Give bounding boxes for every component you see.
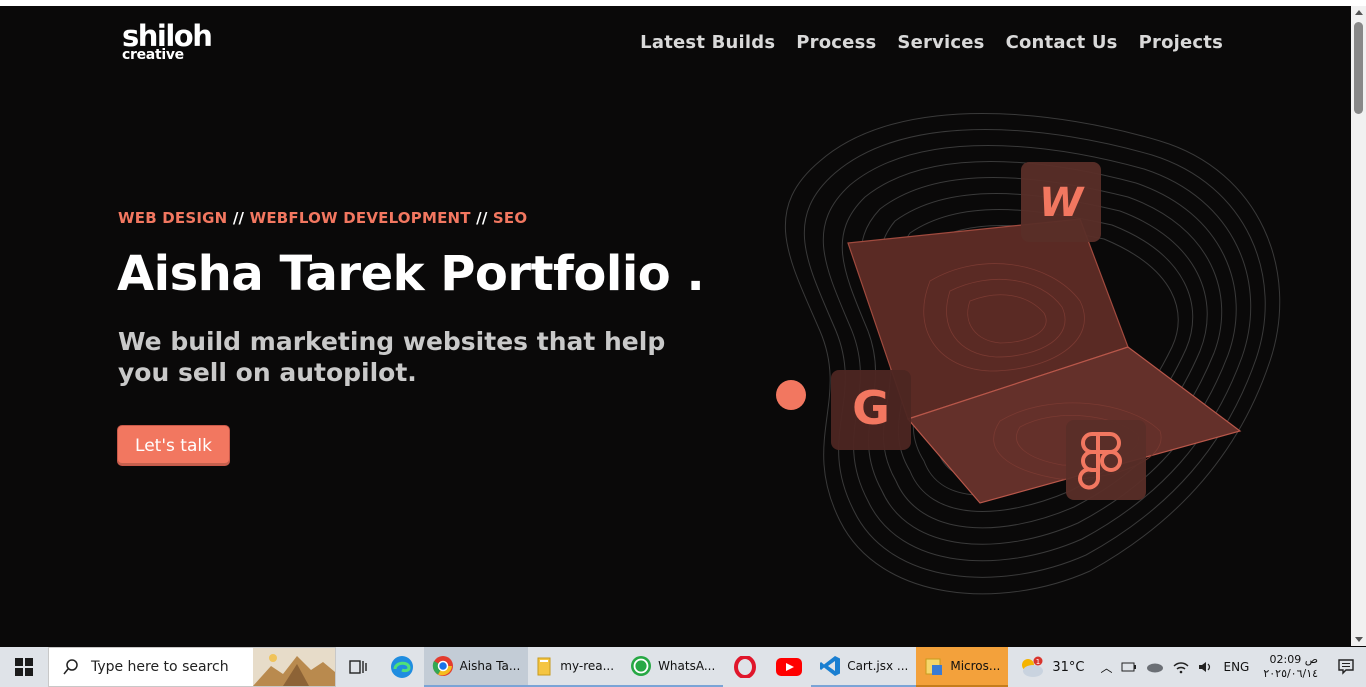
edge-icon	[390, 656, 413, 678]
hero-subtitle: We build marketing websites that help yo…	[118, 327, 666, 387]
weather-icon: 1	[1022, 656, 1044, 677]
nav-projects[interactable]: Projects	[1139, 32, 1223, 53]
taskbar-app-whatsapp[interactable]: WhatsA...	[622, 647, 724, 687]
clock-time: 02:09 ص	[1269, 653, 1319, 666]
svg-text:1: 1	[1036, 658, 1040, 666]
taskbar-clock[interactable]: 02:09 ص ٢٠٢٥/٠٦/١٤	[1255, 653, 1326, 681]
system-tray: ︿ ENG	[1094, 659, 1255, 676]
tag-separator: //	[470, 209, 493, 227]
web-page: shiloh creative Latest Builds Process Se…	[0, 6, 1351, 646]
wifi-icon[interactable]	[1173, 660, 1189, 674]
svg-text:W: W	[1039, 180, 1085, 226]
figma-icon	[1066, 420, 1146, 500]
tag-separator: //	[227, 209, 250, 227]
cloud-icon[interactable]	[1146, 661, 1164, 673]
battery-icon[interactable]	[1121, 661, 1137, 673]
search-placeholder: Type here to search	[90, 659, 229, 675]
taskbar-app-folder[interactable]: my-rea...	[528, 647, 623, 687]
nav-contact-us[interactable]: Contact Us	[1006, 32, 1118, 53]
scroll-up-icon[interactable]	[1355, 10, 1363, 15]
weather-temp: 31°C	[1052, 659, 1085, 675]
google-badge: G	[831, 370, 911, 450]
hero-title: Aisha Tarek Portfolio .	[117, 246, 705, 302]
taskbar-app-microsoft[interactable]: Micros...	[916, 647, 1009, 687]
scroll-thumb[interactable]	[1354, 22, 1363, 114]
youtube-button[interactable]	[767, 647, 811, 687]
tag-web-design: WEB DESIGN	[118, 209, 228, 227]
chrome-icon	[432, 656, 453, 676]
nav-services[interactable]: Services	[897, 32, 984, 53]
hero-illustration: W G	[776, 113, 1281, 595]
nav-process[interactable]: Process	[796, 32, 876, 53]
taskbar-app-vscode[interactable]: Cart.jsx ...	[811, 647, 917, 687]
app-label: Aisha Ta...	[459, 659, 521, 673]
notification-button[interactable]	[1326, 658, 1366, 676]
laptop-shape	[847, 218, 1242, 504]
search-highlight-art	[252, 648, 335, 686]
windows-icon	[14, 658, 33, 676]
whatsapp-icon	[631, 656, 652, 676]
hero-tagline: WEB DESIGN // WEBFLOW DEVELOPMENT // SEO	[118, 209, 527, 227]
clock-date: ٢٠٢٥/٠٦/١٤	[1263, 667, 1319, 680]
tag-webflow-development: WEBFLOW DEVELOPMENT	[249, 209, 471, 227]
microsoft-icon	[925, 658, 943, 675]
taskbar-search[interactable]: Type here to search	[47, 647, 336, 687]
chevron-up-icon[interactable]: ︿	[1100, 659, 1112, 676]
start-button[interactable]	[0, 647, 48, 687]
notification-icon	[1338, 659, 1354, 675]
vscode-icon	[820, 656, 841, 676]
language-indicator[interactable]: ENG	[1223, 660, 1249, 674]
app-label: my-rea...	[560, 659, 615, 673]
main-nav: Latest Builds Process Services Contact U…	[640, 32, 1223, 53]
task-view-button[interactable]	[336, 647, 380, 687]
folder-icon	[537, 657, 551, 676]
youtube-icon	[776, 658, 803, 676]
svg-text:G: G	[852, 381, 890, 435]
page-scrollbar[interactable]	[1351, 6, 1366, 646]
nav-latest-builds[interactable]: Latest Builds	[640, 32, 775, 53]
tag-seo: SEO	[492, 209, 528, 227]
volume-icon[interactable]	[1198, 660, 1214, 674]
site-logo[interactable]: shiloh creative	[122, 22, 213, 63]
scroll-down-icon[interactable]	[1355, 637, 1363, 642]
edge-button[interactable]	[380, 647, 424, 687]
windows-taskbar: Type here to search Aisha Ta... my-rea..…	[0, 647, 1366, 687]
taskbar-app-chrome[interactable]: Aisha Ta...	[423, 647, 529, 687]
webflow-badge: W	[1021, 162, 1101, 242]
task-view-icon	[348, 660, 367, 674]
opera-button[interactable]	[723, 647, 767, 687]
app-label: Micros...	[950, 659, 1001, 673]
lets-talk-button[interactable]: Let's talk	[118, 426, 229, 465]
app-label: Cart.jsx ...	[847, 659, 909, 673]
search-icon	[63, 659, 78, 675]
app-label: WhatsA...	[658, 659, 716, 673]
weather-widget[interactable]: 1 31°C	[1008, 656, 1094, 678]
opera-icon	[734, 656, 757, 678]
accent-dot	[776, 380, 806, 410]
